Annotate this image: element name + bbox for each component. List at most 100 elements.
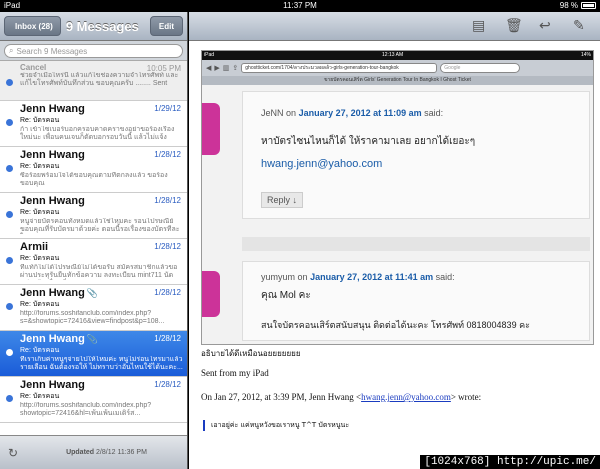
message-date: 1/28/12 [154,196,181,205]
comment-said: said: [435,272,455,282]
mail-signature: Sent from my iPad [201,368,269,378]
comment-meta: yumyum on January 27, 2012 at 11:41 am s… [261,272,455,282]
message-preview: ช่วยจำเมื่อไหร่นี้ แล้วแก้ไขช่องความจำโท… [20,72,179,87]
message-toolbar: ▤ 🗑 ↩ ✎ [189,12,600,41]
message-subject: Re: บัตรคอน [20,347,60,354]
comment-divider [242,237,590,251]
back-arrow-icon: ◀ [206,65,212,72]
message-subject: Re: บัตรคอน [20,393,60,400]
reply-icon[interactable]: ↩ [539,17,551,34]
move-to-folder-icon[interactable]: ▤ [472,17,485,34]
message-preview: ซื้อร้อยพร้อมใจได้ขอบคุณตามที่ตกลงแล้ว ข… [20,172,168,187]
message-list-footer: ↻ Updated 2/8/12 11:36 PM [0,435,187,469]
search-input[interactable]: ⌕ Search 9 Messages [4,44,183,58]
mail-wrote-line: On Jan 27, 2012, at 3:39 PM, Jenn Hwang … [201,392,481,402]
message-subject: Re: บัตรคอน [20,163,60,170]
list-item[interactable]: Jenn Hwang 1/29/12 Re: บัตรคอน ก้า เข้าไ… [0,101,187,147]
trash-icon[interactable]: 🗑 [505,17,523,34]
list-item[interactable]: Armii 1/28/12 Re: บัตรคอน ที่แท้ก็ไม่ได้… [0,239,187,285]
unread-dot-icon [6,303,13,310]
unread-dot-icon [6,79,13,86]
message-date: 1/28/12 [154,150,181,159]
search-bar: ⌕ Search 9 Messages [0,41,187,61]
comment-email: hwang.jenn@yahoo.com [261,158,383,170]
comment-text: คุณ Mol คะ [261,290,311,301]
list-item[interactable]: Jenn Hwang 1/28/12 Re: บัตรคอน http://fo… [0,377,187,423]
quoted-message: เอาอยู่ค่ะ แค่หนูหวังขอเราหนู T^T บัตรหน… [203,420,593,431]
embedded-url-bar: ghostticket.com/1704/ลางประมวลผลล้ว-girl… [241,63,438,73]
embedded-search-field: Google [440,63,521,73]
list-item[interactable]: Jenn Hwang 📎 1/28/12 Re: บัตรคอน http://f… [0,285,187,331]
message-preview: http://forums.soshifanclub.com/index.php… [20,310,165,325]
unread-dot-icon [6,119,13,126]
sender-name: Jenn Hwang [20,287,85,299]
refresh-icon[interactable]: ↻ [0,446,26,460]
unread-dot-icon [6,257,13,264]
message-list-header: Inbox (28) 9 Messages Edit [0,12,187,41]
message-date: 1/28/12 [154,288,181,297]
mailbox-title: 9 Messages [65,18,139,34]
sender-name: Jenn Hwang [20,333,85,345]
comment-text: หาบัตรไซนไหนก็ได้ ให้ราคามาเลย อยากได้เย… [261,136,476,147]
embedded-status-bar: iPad 12:13 AM 14% [202,51,593,60]
message-detail-pane: ▤ 🗑 ↩ ✎ iPad 12:13 AM 14% ◀ ▶ ▥ ⇪ ghostt… [189,12,600,469]
message-preview: ที่เราเก็บค่าหนูๆจ่ายไปให้ไหมค่ะ หนูไม่ร… [20,356,183,371]
embedded-browser-nav: ◀ ▶ ▥ ⇪ ghostticket.com/1704/ลางประมวลผล… [202,60,593,76]
message-list-pane: Inbox (28) 9 Messages Edit ⌕ Search 9 Me… [0,12,188,469]
edit-button[interactable]: Edit [149,16,183,36]
message-preview: http://forums.soshifanclub.com/index.php… [20,402,152,417]
inbox-back-button[interactable]: Inbox (28) [4,16,61,36]
search-icon: ⌕ [9,46,14,55]
list-item[interactable]: Jenn Hwang 1/28/12 Re: บัตรคอน หนูจ่ายบั… [0,193,187,239]
comment-extra: สนใจบัตรคอนเสิร์ตสนับสนุน ติดต่อได้นะคะ … [261,320,530,330]
message-date: 1/28/12 [154,334,181,343]
attached-screenshot[interactable]: iPad 12:13 AM 14% ◀ ▶ ▥ ⇪ ghostticket.co… [201,50,594,345]
unread-dot-icon [6,395,13,402]
message-subject: Re: บัตรคอน [20,301,60,308]
list-item[interactable]: Jenn Hwang 1/28/12 Re: บัตรคอน ซื้อร้อยพ… [0,147,187,193]
wrote-prefix: On Jan 27, 2012, at 3:39 PM, Jenn Hwang … [201,392,362,402]
comment-date: January 27, 2012 at 11:41 am [310,272,434,282]
message-date: 1/28/12 [154,380,181,389]
clock: 11:37 PM [283,1,317,10]
message-body: iPad 12:13 AM 14% ◀ ▶ ▥ ⇪ ghostticket.co… [189,41,600,469]
unread-dot-icon [6,349,13,356]
comment-box: JeNN on January 27, 2012 at 11:09 am sai… [242,91,590,219]
embedded-page: JeNN on January 27, 2012 at 11:09 am sai… [202,85,593,344]
comment-on: on [286,108,297,118]
message-date: 1/29/12 [154,104,181,113]
embedded-device: iPad [204,52,215,58]
wrote-email-link[interactable]: hwang.jenn@yahoo.com [361,392,451,402]
compose-icon[interactable]: ✎ [573,17,585,34]
unread-dot-icon [6,165,13,172]
avatar [202,103,220,155]
share-icon: ⇪ [232,65,239,72]
comment-author: JeNN [261,108,284,118]
watermark: [1024x768] http://upic.me/ [420,455,600,469]
comment-date: January 27, 2012 at 11:09 am [298,108,422,118]
bookmarks-icon: ▥ [222,65,230,72]
list-item[interactable]: Cancel 10:05 PM ช่วยจำเมื่อไหร่นี้ แล้วแ… [0,61,187,101]
forward-arrow-icon: ▶ [214,65,220,72]
message-preview: หนูจ่ายบัตรคอนทั้งหมดแล้วใช่ไหมคะ รอนไปร… [20,218,180,233]
attachment-icon: 📎 [86,334,99,344]
updated-date: 2/8/12 [96,449,116,456]
message-list: Cancel 10:05 PM ช่วยจำเมื่อไหร่นี้ แล้วแ… [0,61,187,435]
attachment-icon: 📎 [86,288,99,298]
message-date: 1/28/12 [154,242,181,251]
comment-author: yumyum [261,272,296,282]
mail-thai-line: อธิบายได้ดีเหมือนอยยยยยยย [201,349,301,358]
comment-box: yumyum on January 27, 2012 at 11:41 am s… [242,261,590,341]
embedded-battery: 14% [580,52,591,58]
updated-status: Updated 2/8/12 11:36 PM [26,449,187,456]
unread-dot-icon [6,211,13,218]
battery-indicator: 98 % [560,1,596,10]
message-preview: ก้า เข้าไซเบอร์บอกครอบคาดคราขงอย่าขอร้อง… [20,126,175,141]
avatar [202,271,220,317]
search-placeholder: Search 9 Messages [16,46,88,56]
battery-icon [581,2,596,9]
battery-percent: 98 % [559,1,578,10]
list-item-selected[interactable]: Jenn Hwang 📎 1/28/12 Re: บัตรคอน ที่เราเก… [0,331,187,377]
comment-on: on [297,272,308,282]
updated-label: Updated [66,449,95,456]
